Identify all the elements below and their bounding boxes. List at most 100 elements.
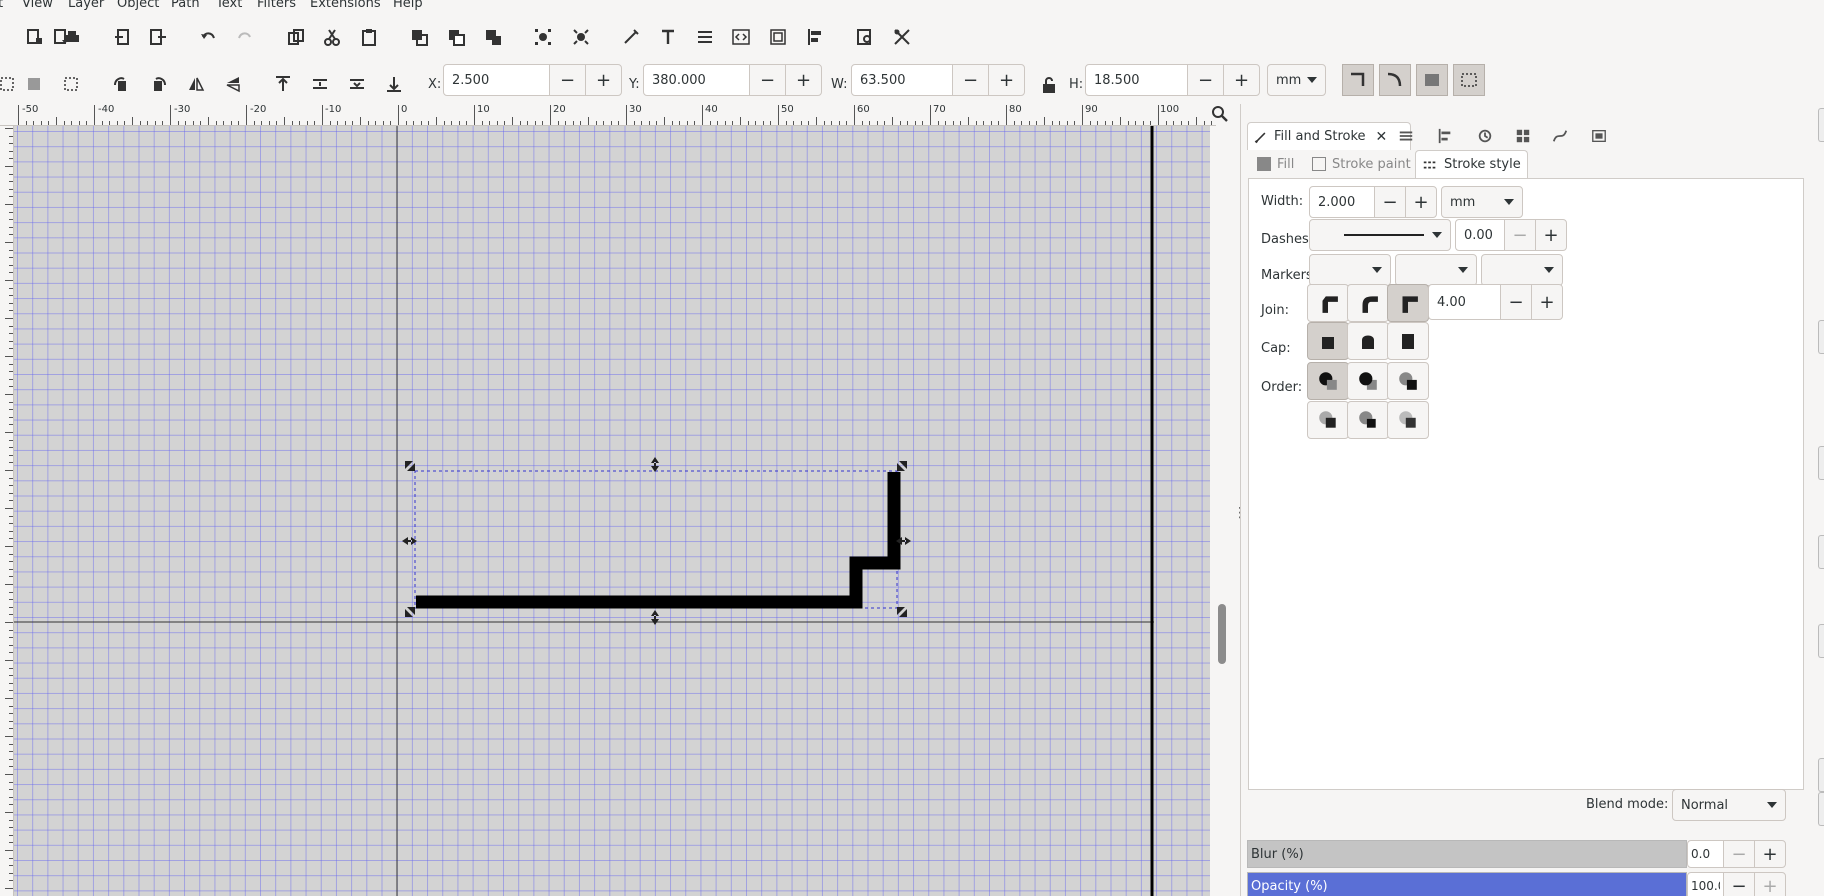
subtab-stroke-paint[interactable]: Stroke paint [1312, 150, 1411, 178]
import-icon[interactable] [110, 24, 136, 50]
menu-extensions[interactable]: Extensions [310, 0, 381, 11]
cap-round-button[interactable] [1347, 322, 1389, 360]
h-decrement-button[interactable]: − [1187, 64, 1224, 96]
tab-align[interactable] [1437, 122, 1453, 150]
select-all-icon[interactable] [0, 71, 20, 97]
select-all-layers-icon[interactable] [21, 71, 47, 97]
miter-limit-field[interactable] [1428, 284, 1501, 320]
subtab-fill[interactable]: Fill [1257, 150, 1294, 178]
menu-view[interactable]: View [22, 0, 53, 11]
document-properties-icon[interactable] [765, 24, 791, 50]
stroke-width-decrement[interactable]: − [1374, 186, 1406, 218]
join-miter-button[interactable] [1387, 284, 1429, 322]
menu-filters[interactable]: Filters [257, 0, 296, 11]
flip-vertical-icon[interactable] [220, 71, 246, 97]
group-icon[interactable] [530, 24, 556, 50]
stroke-unit-dropdown[interactable]: mm [1441, 186, 1523, 218]
tab-symbols[interactable] [1515, 122, 1531, 150]
lower-icon[interactable] [344, 71, 370, 97]
side-tab[interactable] [1818, 108, 1824, 142]
unlink-clone-icon[interactable] [480, 24, 506, 50]
duplicate-icon[interactable] [406, 24, 432, 50]
fill-stroke-dialog-icon[interactable] [618, 24, 644, 50]
new-from-template-icon[interactable] [21, 24, 47, 50]
copy-icon[interactable] [283, 24, 309, 50]
y-field[interactable] [643, 64, 750, 96]
text-font-dialog-icon[interactable] [655, 24, 681, 50]
canvas-scrollbar[interactable] [1218, 604, 1226, 664]
h-field[interactable] [1085, 64, 1188, 96]
tab-document-properties[interactable] [1591, 122, 1607, 150]
undo-icon[interactable] [195, 24, 221, 50]
order-stroke-fill-markers-button[interactable] [1347, 362, 1389, 400]
side-tab[interactable] [1818, 320, 1824, 354]
flip-horizontal-icon[interactable] [183, 71, 209, 97]
end-marker-dropdown[interactable] [1481, 254, 1563, 286]
x-decrement-button[interactable]: − [549, 64, 586, 96]
close-icon[interactable]: ✕ [1376, 129, 1388, 145]
order-fill-markers-stroke-button[interactable] [1387, 362, 1429, 400]
print-preview-icon[interactable] [852, 24, 878, 50]
handle-top-left-icon[interactable] [405, 461, 415, 471]
dash-offset-field[interactable] [1455, 219, 1505, 251]
blur-slider[interactable]: Blur (%) [1247, 840, 1687, 868]
side-tab[interactable] [1818, 792, 1824, 826]
menu-path[interactable]: Path [171, 0, 200, 11]
scale-corners-toggle[interactable] [1379, 64, 1411, 96]
side-tab[interactable] [1818, 624, 1824, 658]
rotate-cw-icon[interactable] [146, 71, 172, 97]
ungroup-icon[interactable] [568, 24, 594, 50]
menu-text[interactable]: Text [216, 0, 242, 11]
xml-editor-icon[interactable] [728, 24, 754, 50]
clone-icon[interactable] [443, 24, 469, 50]
blur-increment[interactable]: + [1754, 840, 1786, 868]
dash-offset-increment[interactable]: + [1535, 219, 1567, 251]
handle-bottom-right-icon[interactable] [897, 607, 907, 617]
print-icon[interactable] [59, 24, 85, 50]
export-icon[interactable] [145, 24, 171, 50]
h-increment-button[interactable]: + [1223, 64, 1260, 96]
handle-bottom-icon[interactable] [651, 610, 659, 625]
start-marker-dropdown[interactable] [1309, 254, 1391, 286]
handle-bottom-left-icon[interactable] [405, 607, 415, 617]
align-distribute-dialog-icon[interactable] [802, 24, 828, 50]
w-field[interactable] [851, 64, 953, 96]
side-tab[interactable] [1818, 535, 1824, 569]
y-decrement-button[interactable]: − [749, 64, 786, 96]
paste-icon[interactable] [356, 24, 382, 50]
subtab-stroke-style[interactable]: Stroke style [1415, 150, 1528, 178]
tab-fill-and-stroke[interactable]: Fill and Stroke ✕ [1247, 122, 1411, 150]
menu-edit[interactable]: t [0, 0, 3, 11]
raise-to-top-icon[interactable] [270, 71, 296, 97]
order-stroke-markers-fill-button[interactable] [1347, 401, 1389, 439]
menu-help[interactable]: Help [393, 0, 423, 11]
cut-icon[interactable] [319, 24, 345, 50]
transform-patterns-toggle[interactable] [1453, 64, 1485, 96]
deselect-icon[interactable] [58, 71, 84, 97]
unit-dropdown[interactable]: mm [1267, 64, 1326, 96]
opacity-decrement[interactable]: − [1723, 872, 1755, 896]
miter-limit-decrement[interactable]: − [1500, 284, 1532, 320]
handle-top-right-icon[interactable] [897, 461, 907, 471]
preferences-icon[interactable] [889, 24, 915, 50]
cap-square-button[interactable] [1387, 322, 1429, 360]
w-decrement-button[interactable]: − [952, 64, 989, 96]
order-fill-stroke-markers-button[interactable] [1307, 362, 1349, 400]
x-field[interactable] [443, 64, 550, 96]
w-increment-button[interactable]: + [988, 64, 1025, 96]
opacity-slider[interactable]: Opacity (%) [1247, 872, 1687, 896]
drawing-canvas[interactable] [14, 126, 1210, 896]
x-increment-button[interactable]: + [585, 64, 622, 96]
side-tab[interactable] [1818, 446, 1824, 480]
menu-object[interactable]: Object [117, 0, 159, 11]
side-tab[interactable] [1818, 758, 1824, 792]
scale-stroke-toggle[interactable] [1342, 64, 1374, 96]
blur-field[interactable] [1687, 840, 1724, 868]
selected-path[interactable] [416, 472, 901, 609]
stroke-width-increment[interactable]: + [1405, 186, 1437, 218]
order-markers-fill-stroke-button[interactable] [1307, 401, 1349, 439]
miter-limit-increment[interactable]: + [1531, 284, 1563, 320]
zoom-icon[interactable] [1208, 102, 1232, 126]
handle-top-icon[interactable] [651, 457, 659, 472]
tab-path-effects[interactable] [1552, 122, 1568, 150]
